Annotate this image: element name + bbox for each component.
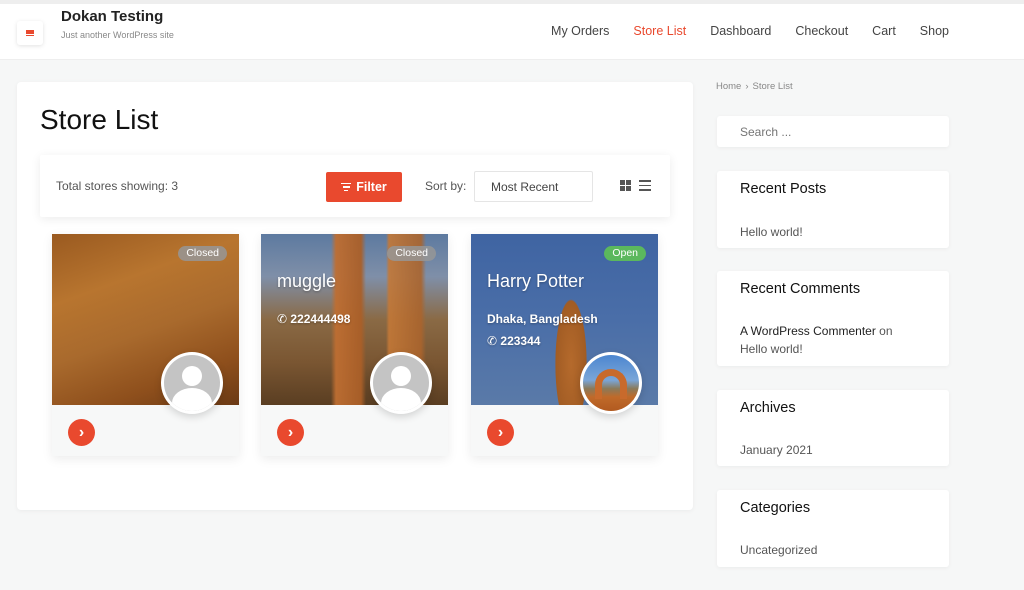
default-avatar-icon bbox=[373, 355, 429, 411]
site-title[interactable]: Dokan Testing bbox=[61, 8, 163, 25]
site-description: Just another WordPress site bbox=[61, 30, 174, 40]
breadcrumb-current: Store List bbox=[752, 81, 793, 92]
visit-store-button[interactable]: › bbox=[277, 419, 304, 446]
search-input[interactable] bbox=[740, 125, 930, 139]
nav-store-list[interactable]: Store List bbox=[633, 24, 686, 38]
store-name[interactable]: Harry Potter bbox=[487, 271, 584, 292]
total-stores-label: Total stores showing: 3 bbox=[56, 179, 179, 193]
nav-my-orders[interactable]: My Orders bbox=[551, 24, 609, 38]
visit-store-button[interactable]: › bbox=[487, 419, 514, 446]
store-card[interactable]: Closed › bbox=[52, 234, 239, 456]
search-widget bbox=[717, 116, 949, 147]
chevron-right-icon: › bbox=[497, 423, 504, 441]
breadcrumb-separator-icon: › bbox=[745, 81, 749, 92]
store-card[interactable]: Closed muggle ✆ 222444498 › bbox=[261, 234, 448, 456]
archives-widget: Archives January 2021 bbox=[717, 390, 949, 466]
store-logo-photo bbox=[583, 355, 639, 411]
categories-widget: Categories Uncategorized bbox=[717, 490, 949, 567]
store-phone: ✆ 223344 bbox=[487, 334, 541, 348]
archive-link[interactable]: January 2021 bbox=[740, 441, 813, 459]
page-title: Store List bbox=[40, 104, 159, 135]
status-badge: Open bbox=[604, 246, 646, 261]
phone-icon: ✆ bbox=[487, 334, 498, 348]
breadcrumb: Home › Store List bbox=[716, 81, 793, 92]
nav-cart[interactable]: Cart bbox=[872, 24, 896, 38]
comment-on-text: on bbox=[879, 324, 893, 338]
category-link[interactable]: Uncategorized bbox=[740, 541, 817, 559]
avatar bbox=[161, 352, 223, 414]
filter-button-label: Filter bbox=[356, 180, 387, 194]
site-header: Dokan Testing Just another WordPress sit… bbox=[0, 4, 1024, 60]
store-name[interactable]: muggle bbox=[277, 271, 336, 292]
list-view-icon[interactable] bbox=[639, 180, 651, 191]
visit-store-button[interactable]: › bbox=[68, 419, 95, 446]
nav-dashboard[interactable]: Dashboard bbox=[710, 24, 771, 38]
avatar bbox=[580, 352, 642, 414]
menu-toggle-button[interactable] bbox=[17, 21, 43, 45]
widget-title: Categories bbox=[740, 500, 811, 516]
widget-title: Recent Comments bbox=[740, 281, 861, 297]
chevron-right-icon: › bbox=[287, 423, 294, 441]
store-phone: ✆ 222444498 bbox=[277, 312, 351, 326]
nav-checkout[interactable]: Checkout bbox=[795, 24, 848, 38]
recent-comments-widget: Recent Comments A WordPress Commenter on… bbox=[717, 271, 949, 366]
store-list-panel: Store List Total stores showing: 3 Filte… bbox=[17, 82, 693, 510]
recent-post-link[interactable]: Hello world! bbox=[740, 223, 803, 241]
filter-icon bbox=[341, 182, 352, 192]
recent-comment: A WordPress Commenter on Hello world! bbox=[740, 322, 893, 358]
store-toolbar: Total stores showing: 3 Filter Sort by: … bbox=[40, 155, 670, 217]
recent-posts-widget: Recent Posts Hello world! bbox=[717, 171, 949, 248]
main-nav: My Orders Store List Dashboard Checkout … bbox=[527, 24, 949, 38]
widget-title: Archives bbox=[740, 400, 796, 416]
status-badge: Closed bbox=[387, 246, 436, 261]
nav-shop[interactable]: Shop bbox=[920, 24, 949, 38]
widget-title: Recent Posts bbox=[740, 181, 827, 197]
hamburger-icon bbox=[26, 30, 34, 36]
default-avatar-icon bbox=[164, 355, 220, 411]
filter-button[interactable]: Filter bbox=[326, 172, 402, 202]
store-card[interactable]: Open Harry Potter Dhaka, Bangladesh ✆ 22… bbox=[471, 234, 658, 456]
phone-icon: ✆ bbox=[277, 312, 288, 326]
comment-author-link[interactable]: A WordPress Commenter bbox=[740, 324, 876, 338]
comment-post-link[interactable]: Hello world! bbox=[740, 342, 803, 356]
chevron-right-icon: › bbox=[78, 423, 85, 441]
sort-select[interactable]: Most Recent bbox=[474, 171, 593, 202]
breadcrumb-home[interactable]: Home bbox=[716, 81, 741, 92]
avatar bbox=[370, 352, 432, 414]
grid-view-icon[interactable] bbox=[620, 180, 631, 191]
store-address: Dhaka, Bangladesh bbox=[487, 312, 598, 326]
status-badge: Closed bbox=[178, 246, 227, 261]
sort-label: Sort by: bbox=[425, 179, 467, 193]
